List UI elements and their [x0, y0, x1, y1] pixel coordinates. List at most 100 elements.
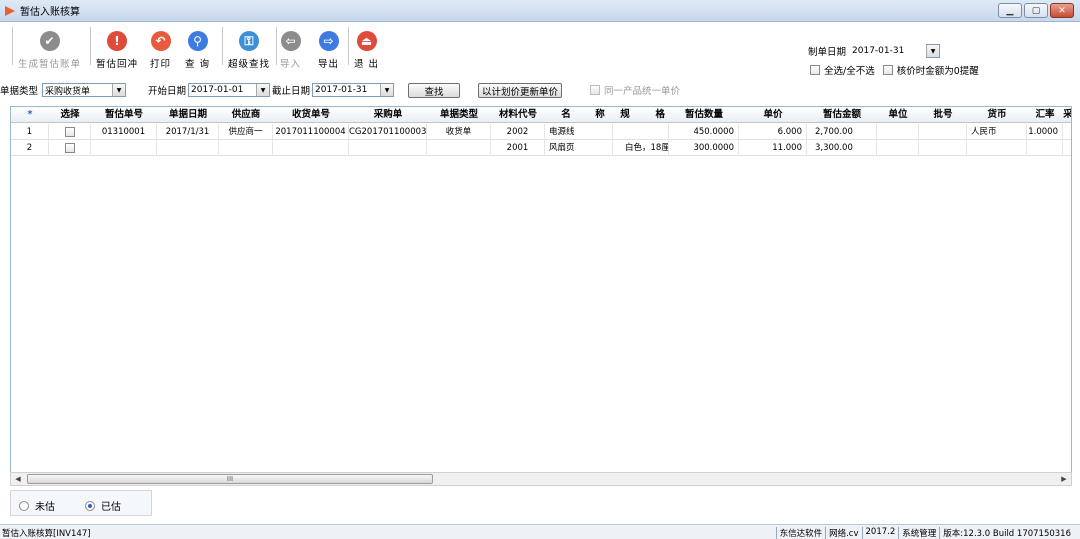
- column-header[interactable]: 货币: [967, 107, 1027, 123]
- toolbar-label: 打印: [150, 59, 172, 70]
- horizontal-scrollbar[interactable]: ◀ III ▶: [10, 472, 1072, 486]
- row-select-cell: [49, 140, 91, 156]
- doc-type: [427, 140, 491, 156]
- scroll-right-icon[interactable]: ▶: [1057, 473, 1071, 485]
- scrollbar-thumb[interactable]: III: [27, 474, 433, 484]
- toolbar-label: 超级查找: [228, 59, 271, 70]
- doc-type-select[interactable]: 采购收货单 ▼: [42, 83, 127, 97]
- radio-unestimated[interactable]: 未估: [19, 498, 55, 513]
- column-header[interactable]: 材料代号: [491, 107, 545, 123]
- query-button[interactable]: ⚲ 查 询: [185, 31, 210, 70]
- column-header[interactable]: 单据类型: [427, 107, 491, 123]
- search-button[interactable]: 查找: [408, 83, 460, 98]
- make-date-dropdown[interactable]: ▼: [926, 44, 941, 58]
- toolbar-separator: [348, 27, 349, 65]
- column-header[interactable]: 暂估数量: [669, 107, 739, 123]
- status-period: 2017.2: [861, 527, 899, 539]
- end-date-input[interactable]: 2017-01-31 ▼: [312, 83, 395, 97]
- select-all-label: 全选/全不选: [824, 66, 875, 77]
- column-header[interactable]: 供应商: [219, 107, 273, 123]
- exit-button[interactable]: ⏏ 退 出: [354, 31, 379, 70]
- chevron-down-icon: ▼: [926, 45, 940, 57]
- doc-type: 收货单: [427, 124, 491, 140]
- table-row[interactable]: 2 2001 风扇页 白色，18厘米 300.0000 11.000 3,300…: [11, 140, 1071, 156]
- radio-selected-icon: [85, 500, 95, 511]
- toolbar-separator: [90, 27, 91, 65]
- material-code: 2001: [491, 140, 545, 156]
- column-header[interactable]: 规: [613, 107, 637, 123]
- row-select-checkbox[interactable]: [65, 143, 75, 153]
- scroll-left-icon[interactable]: ◀: [11, 473, 25, 485]
- same-price-checkbox[interactable]: [590, 85, 600, 95]
- app-logo-icon: [5, 5, 15, 16]
- column-header[interactable]: 单据日期: [157, 107, 219, 123]
- estimate-order-no: [91, 140, 157, 156]
- column-header[interactable]: 汇率: [1027, 107, 1063, 123]
- table-row[interactable]: 1 01310001 2017/1/31 供应商一 2017011100004 …: [11, 124, 1071, 140]
- estimate-qty: 300.0000: [669, 140, 739, 156]
- column-header[interactable]: 称: [587, 107, 613, 123]
- radio-estimated[interactable]: 已估: [85, 498, 121, 513]
- export-button[interactable]: ⇨ 导出: [318, 31, 339, 70]
- maximize-icon[interactable]: ▢: [1024, 3, 1048, 18]
- toolbar-label: 生成暂估账单: [18, 59, 82, 70]
- column-header[interactable]: 暂估金额: [807, 107, 877, 123]
- radio-unestimated-label: 未估: [35, 502, 55, 513]
- end-date-label: 截止日期: [272, 86, 311, 97]
- undo-arrow-icon: ↶: [150, 31, 171, 51]
- toolbar-separator: [222, 27, 223, 65]
- column-header[interactable]: 单位: [877, 107, 919, 123]
- start-date-input[interactable]: 2017-01-01 ▼: [188, 83, 271, 97]
- start-date-label: 开始日期: [148, 86, 187, 97]
- toolbar-label: 暂估回冲: [96, 59, 139, 70]
- status-bar: 暂估入账核算[INV147] 东信达软件 网络.cv 2017.2 系统管理 版…: [0, 524, 1080, 539]
- minimize-icon[interactable]: ▁: [998, 3, 1022, 18]
- material-name: 电源线: [545, 124, 613, 140]
- column-header[interactable]: 采: [1063, 107, 1071, 123]
- receipt-no: 2017011100004: [273, 124, 349, 140]
- zero-price-checkbox[interactable]: [882, 65, 893, 75]
- row-select-checkbox[interactable]: [65, 127, 75, 137]
- make-date-label: 制单日期: [808, 47, 847, 58]
- status-segments: 东信达软件 网络.cv 2017.2 系统管理 版本:12.3.0 Build …: [775, 527, 1074, 539]
- purchase-order-no: [349, 140, 427, 156]
- estimate-amount: 2,700.00: [807, 124, 877, 140]
- column-header[interactable]: 单价: [739, 107, 807, 123]
- end-date-filter: 截止日期 2017-01-31 ▼: [272, 83, 395, 97]
- close-icon[interactable]: ✕: [1050, 3, 1074, 18]
- material-spec: 白色，18厘米: [613, 140, 669, 156]
- estimate-reversal-button[interactable]: ! 暂估回冲: [96, 31, 138, 70]
- import-button[interactable]: ⇦ 导入: [280, 31, 301, 70]
- make-date-value: 2017-01-31: [852, 44, 925, 58]
- filter-bar: 单据类型 采购收货单 ▼ 开始日期 2017-01-01 ▼ 截止日期 2017…: [0, 82, 1080, 100]
- column-header[interactable]: 暂估单号: [91, 107, 157, 123]
- window-title: 暂估入账核算: [20, 7, 80, 18]
- column-header: *: [27, 109, 33, 120]
- start-date-filter: 开始日期 2017-01-01 ▼: [148, 83, 271, 97]
- chevron-down-icon: ▼: [380, 84, 394, 96]
- toolbar-label: 查 询: [185, 59, 211, 70]
- advanced-search-button[interactable]: ⚿ 超级查找: [228, 31, 270, 70]
- update-by-plan-price-button[interactable]: 以计划价更新单价: [478, 83, 562, 98]
- estimate-order-no: 01310001: [91, 124, 157, 140]
- unit: [877, 140, 919, 156]
- select-all-checkbox[interactable]: [810, 65, 820, 75]
- doc-type-value: 采购收货单: [45, 86, 91, 97]
- batch-no: [919, 124, 967, 140]
- window-titlebar: 暂估入账核算 ▁ ▢ ✕: [0, 0, 1080, 22]
- column-header[interactable]: 选择: [49, 107, 91, 123]
- currency: [967, 140, 1027, 156]
- column-header[interactable]: 收货单号: [273, 107, 349, 123]
- purchase-order-no: CG201701100003: [349, 124, 427, 140]
- column-header[interactable]: 格: [637, 107, 669, 123]
- same-price-label: 同一产品统一单价: [604, 86, 681, 97]
- estimate-status-radio-group: 未估 已估: [10, 490, 152, 516]
- supplier: 供应商一: [219, 124, 273, 140]
- column-header[interactable]: 批号: [919, 107, 967, 123]
- update-price-button-wrap: 以计划价更新单价: [478, 83, 562, 98]
- batch-no: [919, 140, 967, 156]
- column-header[interactable]: 名: [545, 107, 587, 123]
- generate-estimate-bill-button[interactable]: ✔ 生成暂估账单: [18, 31, 81, 70]
- column-header[interactable]: 采购单: [349, 107, 427, 123]
- print-button[interactable]: ↶ 打印: [150, 31, 171, 70]
